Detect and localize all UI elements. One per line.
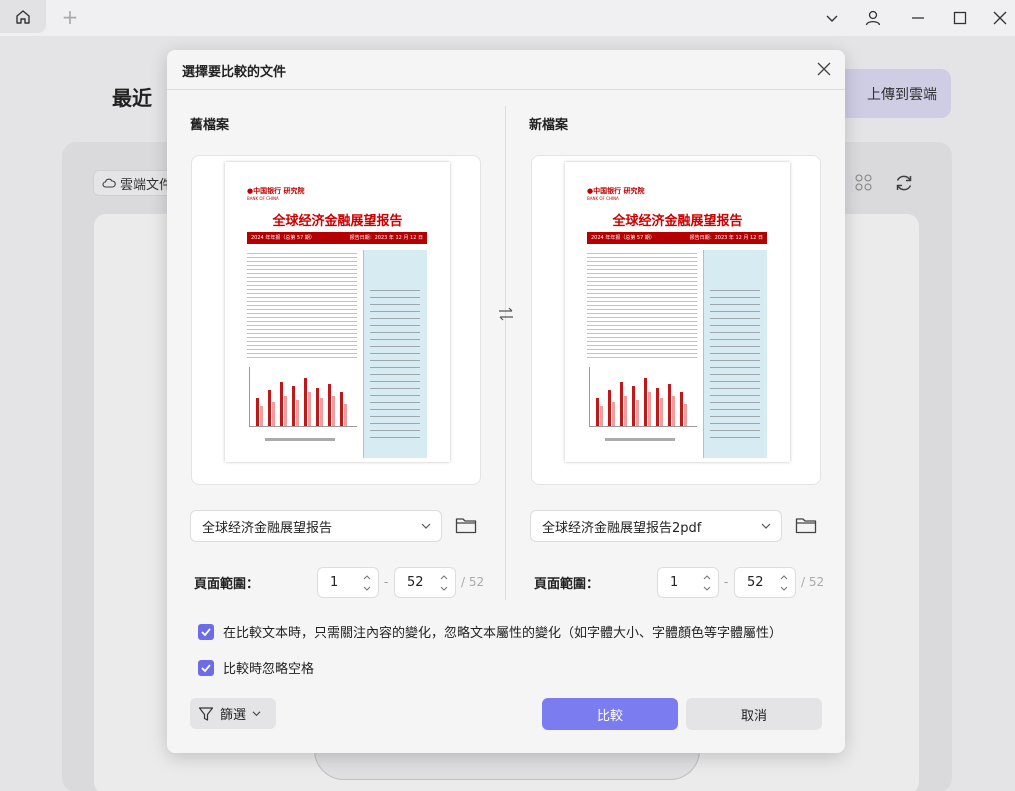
ignore-attributes-checkbox[interactable] [198,623,214,640]
doc-body-text [247,250,357,360]
check-icon [201,663,211,672]
dialog-header: 選擇要比較的文件 [167,50,845,90]
old-file-name: 全球经济金融展望报告 [202,520,333,536]
maximize-icon[interactable] [946,4,974,32]
band-right-text: 报告日期：2023 年 12 月 12 日 [689,235,763,241]
add-tab-icon[interactable]: + [58,5,82,29]
doc-title: 全球经济金融展望报告 [272,214,403,229]
new-folder-icon[interactable] [795,515,817,535]
range-dash: - [724,575,729,589]
ignore-attributes-option[interactable]: 在比較文本時，只需關注內容的變化，忽略文本屬性的變化（如字體大小、字體顏色等字體… [198,622,782,641]
old-file-select[interactable]: 全球经济金融展望报告 [190,510,442,542]
doc-band: 2024 年年报（总第 57 期） 报告日期：2023 年 12 月 12 日 [247,232,427,244]
old-total-pages: / 52 [461,575,485,589]
home-tab[interactable] [0,0,46,33]
new-file-name: 全球经济金融展望报告2pdf [542,520,702,536]
new-start-value: 1 [670,575,679,590]
new-start-page-input[interactable]: 1 [657,567,719,598]
compare-button[interactable]: 比較 [542,698,678,730]
old-start-page-input[interactable]: 1 [317,567,379,598]
doc-band: 2024 年年报（总第 57 期） 报告日期：2023 年 12 月 12 日 [587,232,767,244]
doc-chart [249,367,357,427]
check-icon [201,627,211,636]
column-divider [505,106,506,600]
cancel-button[interactable]: 取消 [686,698,822,730]
old-file-preview[interactable]: ●中国银行 研究院 BANK OF CHINA 全球经济金融展望报告 2024 … [191,155,481,485]
bank-logo-sub: BANK OF CHINA [247,196,279,201]
stepper-icon[interactable] [779,572,789,594]
compare-dialog: 選擇要比較的文件 舊檔案 新檔案 ●中国银行 研究院 BANK OF CHINA… [167,50,845,753]
chevron-down-icon[interactable] [818,4,846,32]
filter-label: 篩選 [220,708,247,723]
dialog-title: 選擇要比較的文件 [182,65,287,80]
new-file-select[interactable]: 全球经济金融展望报告2pdf [530,510,782,542]
old-end-value: 52 [407,575,424,590]
ignore-spaces-checkbox[interactable] [198,659,214,676]
old-page-thumbnail: ●中国银行 研究院 BANK OF CHINA 全球经济金融展望报告 2024 … [225,162,450,462]
doc-chart [589,367,697,427]
doc-body-text [587,250,697,360]
doc-sidebar [363,250,427,458]
swap-icon[interactable] [497,305,515,323]
filter-button[interactable]: 篩選 [190,698,276,729]
old-range-label: 頁面範圍： [194,577,260,592]
stepper-icon[interactable] [702,572,712,594]
old-file-heading: 舊檔案 [190,118,230,133]
old-end-page-input[interactable]: 52 [394,567,456,598]
bank-logo-sub: BANK OF CHINA [587,196,619,201]
ignore-spaces-option[interactable]: 比較時忽略空格 [198,658,314,677]
doc-title: 全球经济金融展望报告 [612,214,743,229]
new-end-value: 52 [747,575,764,590]
new-range-label: 頁面範圍： [534,577,600,592]
chevron-down-icon [761,523,771,529]
stepper-icon[interactable] [362,572,372,594]
chevron-down-icon [252,711,261,717]
ignore-spaces-label: 比較時忽略空格 [223,662,315,677]
band-right-text: 报告日期：2023 年 12 月 12 日 [349,235,423,241]
ignore-attributes-label: 在比較文本時，只需關注內容的變化，忽略文本屬性的變化（如字體大小、字體顏色等字體… [223,626,783,641]
band-left-text: 2024 年年报（总第 57 期） [591,235,655,241]
new-file-preview[interactable]: ●中国银行 研究院 BANK OF CHINA 全球经济金融展望报告 2024 … [531,155,821,485]
old-start-value: 1 [330,575,339,590]
chevron-down-icon [421,523,431,529]
home-icon [16,9,30,24]
user-icon[interactable] [859,4,887,32]
title-bar: + [0,0,1015,36]
filter-icon [198,706,214,721]
bank-logo: ●中国银行 研究院 [587,187,645,195]
new-end-page-input[interactable]: 52 [734,567,796,598]
bank-logo: ●中国银行 研究院 [247,187,305,195]
old-folder-icon[interactable] [455,515,477,535]
new-total-pages: / 52 [801,575,825,589]
close-window-icon[interactable] [986,4,1014,32]
close-icon[interactable] [813,58,835,80]
minimize-icon[interactable] [904,4,932,32]
stepper-icon[interactable] [439,572,449,594]
doc-sidebar [703,250,767,458]
new-page-thumbnail: ●中国银行 研究院 BANK OF CHINA 全球经济金融展望报告 2024 … [565,162,790,462]
band-left-text: 2024 年年报（总第 57 期） [251,235,315,241]
new-file-heading: 新檔案 [529,118,569,133]
range-dash: - [384,575,389,589]
